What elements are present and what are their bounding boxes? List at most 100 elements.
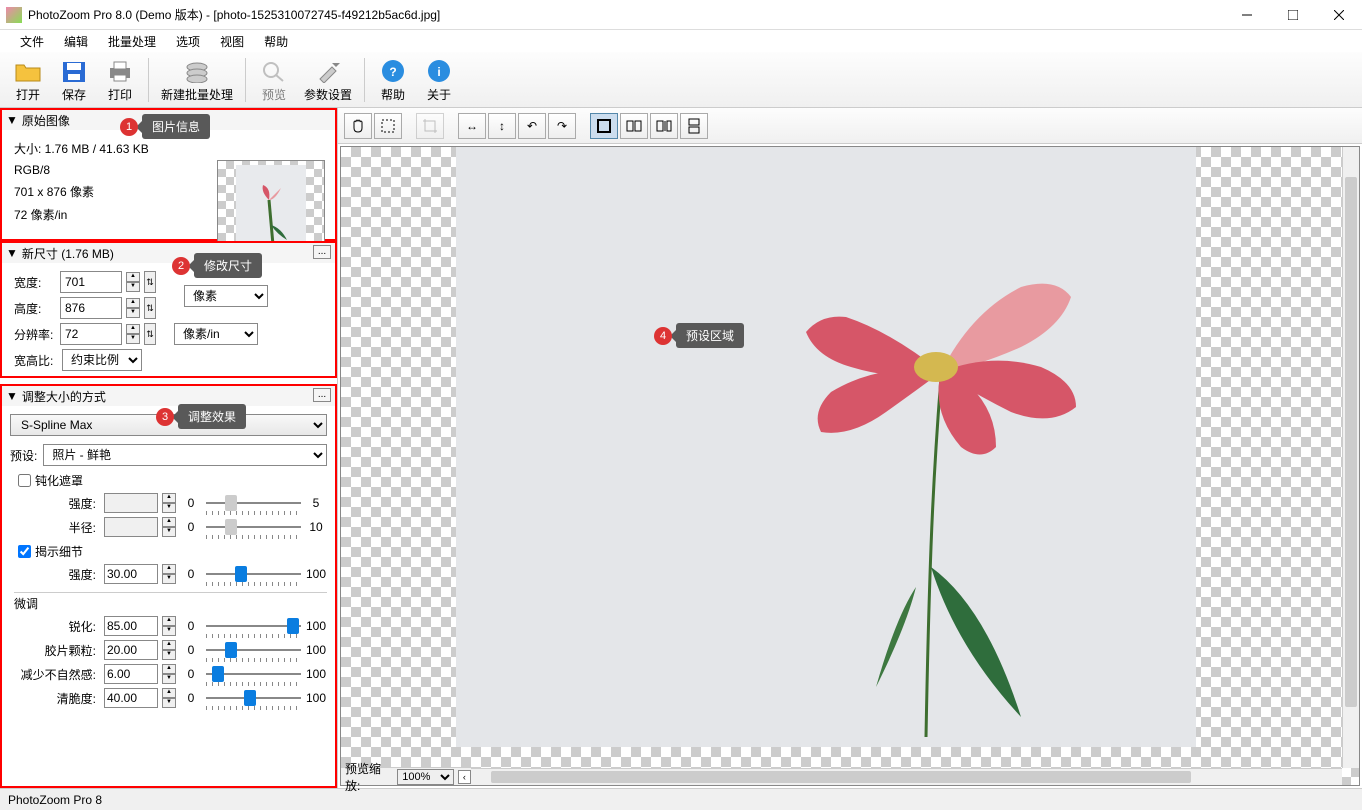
select-tool[interactable]	[374, 113, 402, 139]
sharpen-label: 锐化:	[14, 618, 100, 635]
crisp-label: 清脆度:	[14, 690, 100, 707]
res-up[interactable]: ▲	[126, 324, 140, 334]
rotate-cw-tool[interactable]: ↷	[548, 113, 576, 139]
flip-h-tool[interactable]: ↔	[458, 113, 486, 139]
height-link[interactable]: ⇅	[144, 297, 156, 319]
titlebar: PhotoZoom Pro 8.0 (Demo 版本) - [photo-152…	[0, 0, 1362, 30]
new-size-panel: ▼ 新尺寸 (1.76 MB) ... 宽度: ▲▼ ⇅ 像素 高度: ▲▼ ⇅	[0, 241, 337, 378]
res-down[interactable]: ▼	[126, 334, 140, 344]
annotation-3: 3 调整效果	[178, 404, 246, 429]
menu-help[interactable]: 帮助	[256, 31, 296, 52]
menu-options[interactable]: 选项	[168, 31, 208, 52]
batch-icon	[181, 57, 213, 86]
vertical-scrollbar[interactable]	[1342, 147, 1359, 768]
open-button[interactable]: 打开	[6, 55, 50, 105]
preview-button[interactable]: 预览	[252, 55, 296, 105]
menu-edit[interactable]: 编辑	[56, 31, 96, 52]
grain-input[interactable]	[104, 640, 158, 660]
res-link[interactable]: ⇅	[144, 323, 156, 345]
collapse-icon: ▼	[6, 246, 18, 260]
app-icon	[6, 7, 22, 23]
about-button[interactable]: i 关于	[417, 55, 461, 105]
panel-title: 新尺寸 (1.76 MB)	[22, 245, 114, 262]
reduce-label: 减少不自然感:	[14, 666, 100, 683]
zoom-out-button[interactable]: ‹	[458, 770, 471, 784]
height-input[interactable]	[60, 297, 122, 319]
zoom-select[interactable]: 100%	[397, 769, 453, 785]
annotation-2: 2 修改尺寸	[194, 253, 262, 278]
aspect-select[interactable]: 约束比例	[62, 349, 142, 371]
menu-view[interactable]: 视图	[212, 31, 252, 52]
preset-select[interactable]: 照片 - 鲜艳	[43, 444, 327, 466]
panel-title: 原始图像	[22, 112, 70, 129]
menubar: 文件 编辑 批量处理 选项 视图 帮助	[0, 30, 1362, 52]
panel-header-method[interactable]: ▼ 调整大小的方式 ...	[2, 386, 335, 406]
width-link[interactable]: ⇅	[144, 271, 156, 293]
canvas[interactable]: 4 预设区域 预览缩放: 100% ‹	[340, 146, 1360, 786]
unit-select[interactable]: 像素	[184, 285, 268, 307]
unsharp-checkbox[interactable]	[18, 474, 31, 487]
reveal-strength-slider[interactable]	[206, 564, 301, 584]
height-up[interactable]: ▲	[126, 298, 140, 308]
print-button[interactable]: 打印	[98, 55, 142, 105]
close-button[interactable]	[1316, 0, 1362, 30]
width-label: 宽度:	[14, 274, 56, 291]
view-single[interactable]	[590, 113, 618, 139]
annotation-1: 1 图片信息	[142, 114, 210, 139]
minimize-button[interactable]	[1224, 0, 1270, 30]
sharpen-input[interactable]	[104, 616, 158, 636]
panel-options-button[interactable]: ...	[313, 245, 331, 259]
help-button[interactable]: ? 帮助	[371, 55, 415, 105]
reveal-label: 揭示细节	[35, 543, 83, 560]
preview-image	[456, 147, 1196, 747]
width-down[interactable]: ▼	[126, 282, 140, 292]
original-image-panel: ▼ 原始图像 大小: 1.76 MB / 41.63 KB RGB/8 701 …	[0, 108, 337, 241]
grain-slider[interactable]	[206, 640, 301, 660]
view-split-h[interactable]	[620, 113, 648, 139]
sharpen-slider[interactable]	[206, 616, 301, 636]
aspect-label: 宽高比:	[14, 352, 58, 369]
svg-text:i: i	[437, 65, 440, 79]
height-down[interactable]: ▼	[126, 308, 140, 318]
maximize-button[interactable]	[1270, 0, 1316, 30]
view-split-4[interactable]	[650, 113, 678, 139]
crisp-slider[interactable]	[206, 688, 301, 708]
unsharp-strength-input[interactable]	[104, 493, 158, 513]
width-input[interactable]	[60, 271, 122, 293]
new-batch-button[interactable]: 新建批量处理	[155, 55, 239, 105]
reveal-strength-input[interactable]	[104, 564, 158, 584]
resize-method-panel: ▼ 调整大小的方式 ... S-Spline Max 预设: 照片 - 鲜艳 钝…	[0, 384, 337, 788]
panel-header-newsize[interactable]: ▼ 新尺寸 (1.76 MB) ...	[2, 243, 335, 263]
reduce-slider[interactable]	[206, 664, 301, 684]
radius-slider[interactable]	[206, 517, 301, 537]
horizontal-scrollbar[interactable]	[461, 768, 1342, 785]
printer-icon	[104, 57, 136, 86]
fine-tune-label: 微调	[14, 592, 327, 612]
crop-tool[interactable]	[416, 113, 444, 139]
crisp-input[interactable]	[104, 688, 158, 708]
radius-input[interactable]	[104, 517, 158, 537]
settings-button[interactable]: 参数设置	[298, 55, 358, 105]
file-size-text: 大小: 1.76 MB / 41.63 KB	[10, 140, 327, 157]
width-up[interactable]: ▲	[126, 272, 140, 282]
flip-v-tool[interactable]: ↕	[488, 113, 516, 139]
rotate-ccw-tool[interactable]: ↶	[518, 113, 546, 139]
status-text: PhotoZoom Pro 8	[8, 793, 102, 807]
reveal-checkbox[interactable]	[18, 545, 31, 558]
hand-tool[interactable]	[344, 113, 372, 139]
menu-batch[interactable]: 批量处理	[100, 31, 164, 52]
res-input[interactable]	[60, 323, 122, 345]
menu-file[interactable]: 文件	[12, 31, 52, 52]
reduce-input[interactable]	[104, 664, 158, 684]
reveal-strength-label: 强度:	[14, 566, 100, 583]
folder-open-icon	[12, 57, 44, 86]
collapse-icon: ▼	[6, 113, 18, 127]
view-split-v[interactable]	[680, 113, 708, 139]
panel-options-button[interactable]: ...	[313, 388, 331, 402]
grain-label: 胶片颗粒:	[14, 642, 100, 659]
dpi-unit-select[interactable]: 像素/in	[174, 323, 258, 345]
main-toolbar: 打开 保存 打印 新建批量处理 预览 参数设置 ? 帮助 i 关于	[0, 52, 1362, 108]
unsharp-strength-slider[interactable]	[206, 493, 301, 513]
save-icon	[58, 57, 90, 86]
save-button[interactable]: 保存	[52, 55, 96, 105]
